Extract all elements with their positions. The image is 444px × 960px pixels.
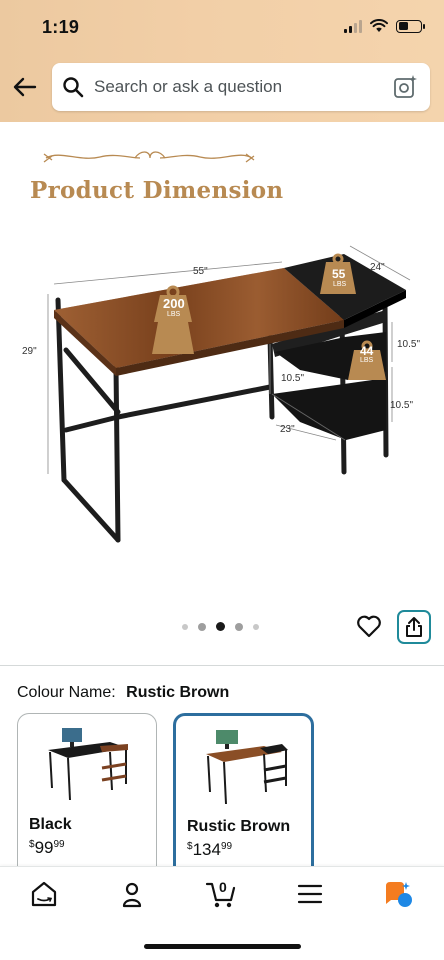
battery-icon [396, 19, 425, 33]
home-icon [31, 881, 57, 907]
weight-200-unit: LBS [167, 311, 181, 318]
carousel-dots[interactable] [182, 622, 259, 631]
variant-name: Rustic Brown [187, 818, 291, 835]
variant-thumbnail [206, 730, 288, 805]
section-divider [0, 665, 444, 666]
search-icon [63, 77, 84, 98]
cart-count-badge: 0 [219, 879, 227, 895]
share-button[interactable] [397, 610, 431, 644]
variant-name: Black [29, 816, 72, 833]
dim-depth-label: 24" [370, 262, 385, 273]
menu-icon [297, 884, 323, 904]
cellular-signal-icon [344, 19, 362, 33]
status-icons [344, 19, 425, 33]
search-input[interactable]: Search or ask a question [94, 77, 392, 97]
colour-label: Colour Name: [17, 684, 116, 701]
status-time: 1:19 [42, 17, 80, 37]
status-bar: 1:19 [0, 0, 444, 52]
weight-44-unit: LBS [360, 357, 374, 364]
rufus-icon [386, 882, 412, 907]
dim-shelf-top-label: 10.5" [397, 339, 421, 350]
colour-value: Rustic Brown [126, 684, 230, 701]
variant-card-black[interactable]: Black $9999 [17, 713, 157, 873]
dim-shelf-height-label: 10.5" [281, 373, 305, 384]
nav-home[interactable] [27, 877, 61, 911]
carousel-dot[interactable] [182, 623, 188, 630]
product-dimension-title: Product Dimension [30, 177, 284, 204]
variant-thumbnail [48, 728, 128, 801]
search-bar[interactable]: Search or ask a question [52, 63, 430, 111]
home-indicator[interactable] [144, 944, 301, 949]
dim-shelf-bottom-label: 10.5" [390, 400, 414, 411]
ornament-icon [43, 151, 255, 163]
camera-lens-icon[interactable] [392, 74, 418, 100]
account-icon [122, 882, 142, 908]
weight-55-unit: LBS [333, 281, 347, 288]
carousel-dot[interactable] [198, 622, 206, 631]
wifi-icon [370, 19, 388, 32]
share-icon [406, 617, 422, 637]
nav-rufus[interactable] [381, 877, 415, 911]
nav-menu[interactable] [293, 877, 327, 911]
weight-200-value: 200 [163, 296, 185, 311]
nav-cart[interactable]: 0 [204, 877, 238, 911]
dim-shelf-width-label: 23" [280, 424, 295, 435]
weight-44-value: 44 [360, 344, 374, 358]
variant-price: $9999 [29, 838, 65, 857]
back-arrow-icon[interactable] [12, 74, 38, 100]
carousel-dot[interactable] [253, 623, 259, 630]
carousel-dot-active[interactable] [216, 622, 225, 631]
dim-width-label: 55" [193, 266, 208, 277]
variant-price: $13499 [187, 840, 233, 859]
heart-icon[interactable] [355, 612, 383, 640]
weight-55-value: 55 [332, 267, 346, 281]
nav-account[interactable] [115, 877, 149, 911]
carousel-dot[interactable] [235, 622, 243, 631]
colour-selection-label: Colour Name: Rustic Brown [17, 684, 229, 702]
dim-height-label: 29" [22, 346, 37, 357]
variant-card-rustic-brown[interactable]: Rustic Brown $13499 [173, 713, 314, 873]
